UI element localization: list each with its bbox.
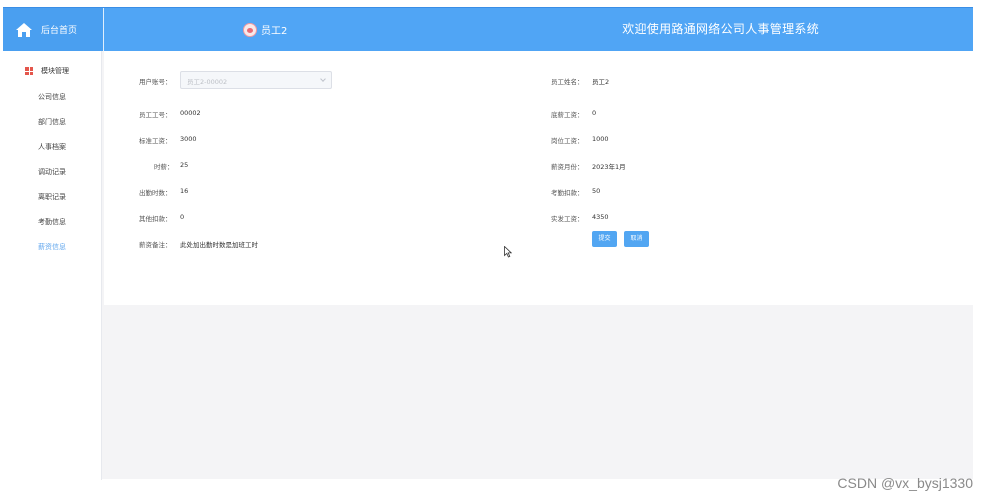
watermark: CSDN @vx_bysj1330 [837, 475, 973, 491]
other-deduct-label: 其他扣款： [139, 215, 172, 223]
chevron-down-icon [320, 76, 326, 82]
home-label: 后台首页 [41, 26, 78, 36]
attendance-deduct-label: 考勤扣款： [551, 189, 584, 197]
account-label: 用户账号： [139, 78, 172, 86]
site-title: 欢迎使用路通网络公司人事管理系统 [622, 22, 819, 36]
salary-form: 用户账号： 员工2-00002 员工工号： 00002 标准工资： 3000 时… [104, 51, 973, 305]
app-window: 后台首页 员工2 欢迎使用路通网络公司人事管理系统 模块管理 公司信息 部门信息… [3, 7, 973, 480]
user-menu[interactable]: 员工2 [243, 8, 287, 51]
avatar [243, 22, 257, 37]
net-salary-label: 实发工资： [551, 215, 584, 223]
sidebar: 模块管理 公司信息 部门信息 人事档案 调动记录 离职记录 考勤信息 薪资信息 [3, 51, 102, 480]
salary-month-label: 薪资月份： [551, 163, 584, 171]
sidebar-section-module[interactable]: 模块管理 [3, 57, 101, 85]
sidebar-item-attendance[interactable]: 考勤信息 [3, 210, 101, 235]
attendance-deduct-value: 50 [592, 187, 601, 195]
home-icon [16, 22, 32, 37]
hours-value: 25 [180, 161, 189, 169]
sidebar-section-label: 模块管理 [41, 67, 69, 75]
remark-value: 此处加出勤时数是加班工时 [180, 241, 258, 249]
staff-name-value: 员工2 [592, 78, 610, 86]
sidebar-item-company[interactable]: 公司信息 [3, 85, 101, 110]
sidebar-item-transfer-record[interactable]: 调动记录 [3, 160, 101, 185]
base-salary-label: 底薪工资： [551, 111, 584, 119]
std-salary-label: 标准工资： [139, 137, 172, 145]
top-navbar: 后台首页 员工2 欢迎使用路通网络公司人事管理系统 [3, 8, 973, 51]
staff-name-label: 员工姓名： [551, 78, 584, 86]
std-salary-value: 3000 [180, 135, 197, 143]
header-divider [103, 8, 104, 51]
user-name: 员工2 [261, 26, 288, 37]
remark-label: 薪资备注： [139, 241, 172, 249]
cancel-button[interactable]: 取消 [624, 231, 649, 247]
attendance-hours-label: 出勤时数： [139, 189, 172, 197]
staff-no-label: 员工工号： [139, 111, 172, 119]
home-link[interactable]: 后台首页 [3, 8, 103, 51]
sidebar-item-resignation-record[interactable]: 离职记录 [3, 185, 101, 210]
base-salary-value: 0 [592, 109, 597, 117]
grid-icon [25, 67, 33, 75]
net-salary-value: 4350 [592, 213, 609, 221]
mouse-cursor-icon [504, 246, 512, 258]
submit-button[interactable]: 提交 [592, 231, 617, 247]
salary-month-value: 2023年1月 [592, 163, 626, 171]
hours-label: 时薪： [154, 163, 174, 171]
account-select-value: 员工2-00002 [187, 78, 228, 86]
attendance-hours-value: 16 [180, 187, 189, 195]
sidebar-item-salary[interactable]: 薪资信息 [3, 235, 101, 260]
staff-no-value: 00002 [180, 109, 201, 117]
sidebar-item-personnel-file[interactable]: 人事档案 [3, 135, 101, 160]
sidebar-item-department[interactable]: 部门信息 [3, 110, 101, 135]
other-deduct-value: 0 [180, 213, 185, 221]
post-salary-label: 岗位工资： [551, 137, 584, 145]
post-salary-value: 1000 [592, 135, 609, 143]
account-select[interactable]: 员工2-00002 [180, 71, 332, 89]
